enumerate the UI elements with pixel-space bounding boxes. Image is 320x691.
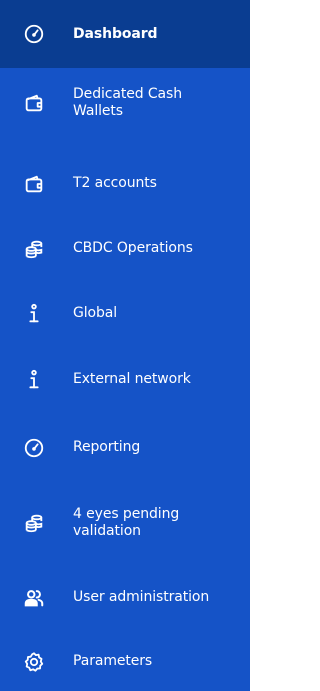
users-icon (22, 586, 46, 610)
sidebar-item-label: Global (73, 305, 118, 321)
wallet-icon (22, 91, 46, 115)
sidebar-item-cbdc-operations[interactable]: CBDC Operations (0, 225, 250, 273)
sidebar-item-global[interactable]: Global (0, 290, 250, 338)
wallet-icon (22, 172, 46, 196)
sidebar-item-dashboard[interactable]: Dashboard (0, 0, 250, 68)
dashboard-gauge-icon (22, 22, 46, 46)
coin-stack-icon (22, 237, 46, 261)
info-icon (22, 368, 46, 392)
sidebar-item-parameters[interactable]: Parameters (0, 638, 250, 686)
sidebar-item-reporting[interactable]: Reporting (0, 424, 250, 472)
sidebar-item-label: Parameters (73, 653, 153, 669)
sidebar-item-external-network[interactable]: External network (0, 356, 250, 404)
gear-icon (22, 650, 46, 674)
sidebar-item-user-administration[interactable]: User administration (0, 574, 250, 622)
sidebar-item-label: 4 eyes pending validation (73, 506, 180, 539)
sidebar-item-dedicated-cash-wallets[interactable]: Dedicated Cash Wallets (0, 76, 250, 132)
sidebar-item-label: User administration (73, 589, 210, 605)
sidebar-nav: Dashboard Dedicated Cash Wallets T2 acco… (0, 0, 250, 691)
sidebar-item-label: T2 accounts (73, 175, 157, 191)
info-icon (22, 302, 46, 326)
sidebar-item-label: Reporting (73, 439, 141, 455)
coin-stack-icon (22, 511, 46, 535)
sidebar-item-label: External network (73, 371, 191, 387)
sidebar-item-t2-accounts[interactable]: T2 accounts (0, 160, 250, 208)
gauge-icon (22, 436, 46, 460)
sidebar-item-label: Dedicated Cash Wallets (73, 86, 183, 119)
sidebar-item-label: CBDC Operations (73, 240, 193, 256)
sidebar-item-label: Dashboard (73, 26, 158, 42)
sidebar-item-4-eyes-pending-validation[interactable]: 4 eyes pending validation (0, 496, 250, 552)
